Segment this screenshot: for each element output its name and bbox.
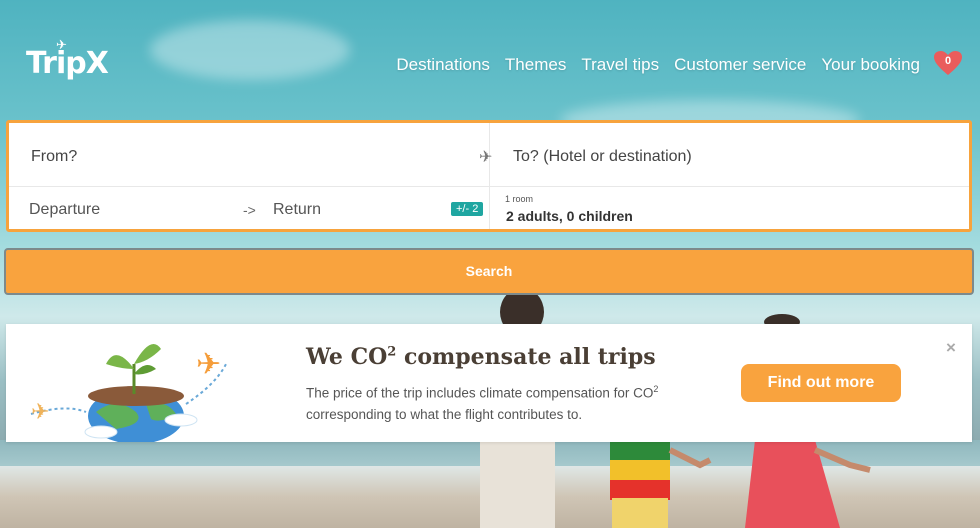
arrow-right-icon: -> [243,202,256,218]
flex-days-badge[interactable]: +/- 2 [451,202,484,216]
return-field[interactable]: Return [273,201,321,219]
plane-icon: ✈ [56,38,67,53]
nav-destinations[interactable]: Destinations [396,55,490,75]
favorites-count: 0 [944,55,952,67]
tripx-logo[interactable]: TripX ✈ [26,38,109,81]
nav-your-booking[interactable]: Your booking [821,55,920,75]
nav-customer-service[interactable]: Customer service [674,55,806,75]
departure-field[interactable]: Departure [29,201,100,219]
plane-icon: ✈ [479,149,493,166]
find-out-more-button[interactable]: Find out more [741,364,901,402]
search-button[interactable]: Search [4,248,974,295]
svg-text:✈: ✈ [196,348,221,381]
search-form: From? ✈ To? (Hotel or destination) Depar… [6,120,972,232]
earth-plant-illustration: ✈ ✈ [30,344,227,442]
close-icon[interactable]: × [946,338,956,358]
banner-text: The price of the trip includes climate c… [306,384,659,422]
guests-selector[interactable]: 2 adults, 0 children [506,208,633,224]
room-label: 1 room [505,194,534,204]
nav-travel-tips[interactable]: Travel tips [581,55,659,75]
svg-text:✈: ✈ [31,399,49,424]
climate-banner: ✈ ✈ We CO2 compensate all trips The pric… [6,324,972,442]
favorites-heart-icon[interactable]: 0 [933,50,963,76]
banner-title: We CO2 compensate all trips [306,344,656,370]
from-field[interactable]: From? [31,148,77,166]
main-nav: Destinations Themes Travel tips Customer… [396,55,920,75]
to-field[interactable]: To? (Hotel or destination) [513,148,692,166]
nav-themes[interactable]: Themes [505,55,566,75]
